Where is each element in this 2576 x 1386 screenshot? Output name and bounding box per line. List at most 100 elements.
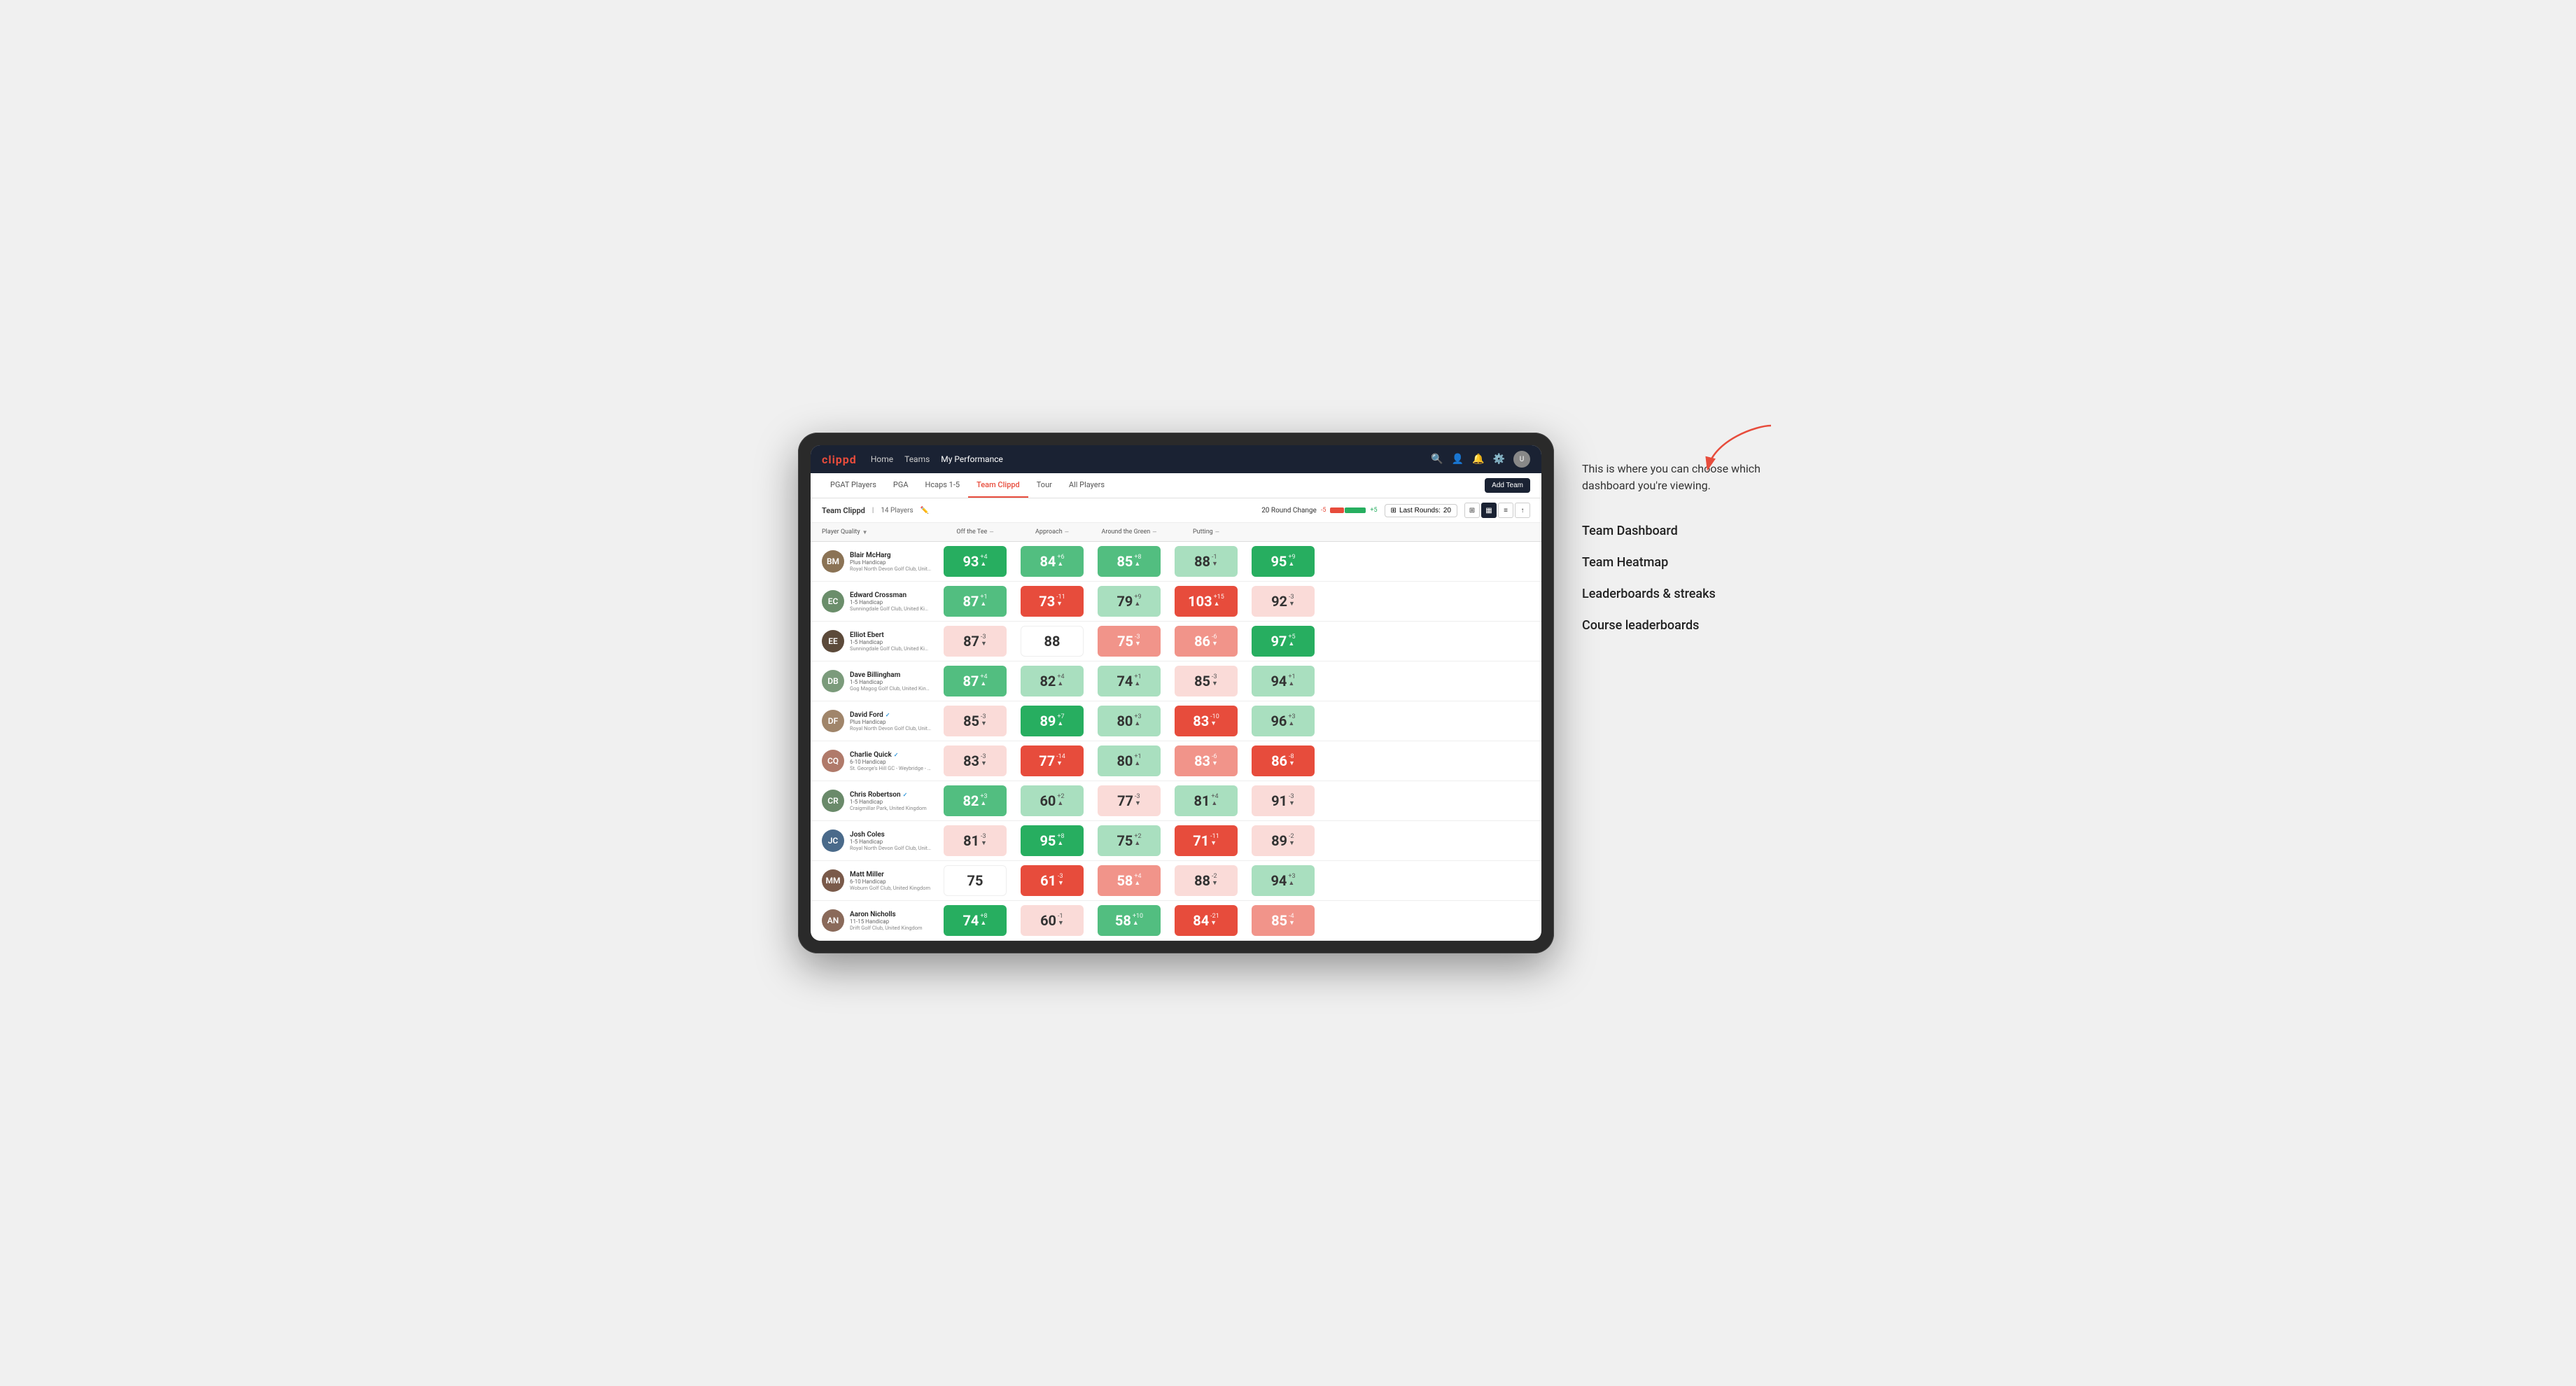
score-cell-putting: 92-3▼ — [1245, 582, 1322, 621]
sort-icon-approach[interactable]: — — [1065, 529, 1069, 536]
score-value: 79 — [1116, 593, 1133, 610]
nav-link-teams[interactable]: Teams — [904, 453, 930, 465]
table-row[interactable]: JCJosh Coles1-5 HandicapRoyal North Devo… — [811, 821, 1541, 861]
table-row[interactable]: DFDavid Ford✓Plus HandicapRoyal North De… — [811, 701, 1541, 741]
score-cell-quality: 83-3▼ — [937, 741, 1014, 780]
score-change: -2▼ — [1212, 874, 1218, 888]
player-name: Dave Billingham — [850, 671, 931, 679]
player-hcap: Plus Handicap — [850, 559, 931, 566]
score-value: 75 — [1117, 633, 1133, 650]
score-box: 85+8▲ — [1098, 546, 1161, 577]
player-cell: DBDave Billingham1-5 HandicapGog Magog G… — [811, 666, 937, 696]
score-value: 77 — [1039, 752, 1055, 769]
score-cell-around_green: 83-6▼ — [1168, 741, 1245, 780]
score-change: +1▲ — [1134, 674, 1141, 688]
score-cell-off_tee: 82+4▲ — [1014, 662, 1091, 701]
score-change: +9▲ — [1288, 554, 1295, 568]
add-team-button[interactable]: Add Team — [1485, 478, 1530, 493]
sort-icon-tee[interactable]: — — [989, 529, 993, 536]
score-cell-around_green: 88-1▼ — [1168, 542, 1245, 581]
score-value: 96 — [1270, 713, 1287, 729]
score-box: 80+1▲ — [1098, 746, 1161, 776]
round-change-section: 20 Round Change -5 +5 — [1261, 507, 1377, 514]
last-rounds-button[interactable]: ⊞ Last Rounds: 20 — [1385, 504, 1457, 517]
score-box: 103+15▲ — [1175, 586, 1238, 617]
score-box: 60+2▲ — [1021, 785, 1084, 816]
score-box: 75-3▼ — [1098, 626, 1161, 657]
sort-icon-putting[interactable]: — — [1215, 529, 1219, 536]
score-cell-approach: 85+8▲ — [1091, 542, 1168, 581]
score-value: 89 — [1040, 713, 1056, 729]
table-row[interactable]: CQCharlie Quick✓6-10 HandicapSt. George'… — [811, 741, 1541, 781]
search-icon[interactable]: 🔍 — [1431, 454, 1443, 465]
tab-tour[interactable]: Tour — [1028, 473, 1060, 498]
tab-pga[interactable]: PGA — [885, 473, 917, 498]
player-info: Chris Robertson✓1-5 HandicapCraigmillar … — [850, 791, 927, 811]
score-cell-around_green: 86-6▼ — [1168, 622, 1245, 661]
avatar: BM — [822, 550, 844, 573]
table-row[interactable]: ANAaron Nicholls11-15 HandicapDrift Golf… — [811, 901, 1541, 941]
score-cell-putting: 86-8▼ — [1245, 741, 1322, 780]
tab-all-players[interactable]: All Players — [1060, 473, 1113, 498]
score-cell-quality: 87-3▼ — [937, 622, 1014, 661]
score-change: +1▲ — [980, 594, 987, 608]
tab-hcaps[interactable]: Hcaps 1-5 — [917, 473, 969, 498]
score-change: +9▲ — [1134, 594, 1141, 608]
table-row[interactable]: CRChris Robertson✓1-5 HandicapCraigmilla… — [811, 781, 1541, 821]
player-cell: JCJosh Coles1-5 HandicapRoyal North Devo… — [811, 825, 937, 856]
score-box: 83-6▼ — [1175, 746, 1238, 776]
score-change: +3▲ — [1288, 714, 1295, 728]
edit-icon[interactable]: ✏️ — [920, 507, 929, 514]
score-cell-putting: 96+3▲ — [1245, 701, 1322, 741]
table-row[interactable]: BMBlair McHargPlus HandicapRoyal North D… — [811, 542, 1541, 582]
avatar: AN — [822, 909, 844, 932]
player-info: Josh Coles1-5 HandicapRoyal North Devon … — [850, 831, 931, 851]
player-hcap: 1-5 Handicap — [850, 639, 931, 645]
table-row[interactable]: MMMatt Miller6-10 HandicapWoburn Golf Cl… — [811, 861, 1541, 901]
score-cell-off_tee: 77-14▼ — [1014, 741, 1091, 780]
score-box: 89+7▲ — [1021, 706, 1084, 736]
tab-pgat[interactable]: PGAT Players — [822, 473, 885, 498]
sort-icon-green[interactable]: — — [1152, 529, 1156, 536]
bell-icon[interactable]: 🔔 — [1472, 454, 1484, 465]
score-value: 82 — [962, 792, 979, 809]
nav-link-home[interactable]: Home — [871, 453, 893, 465]
profile-icon[interactable]: 👤 — [1452, 454, 1464, 465]
dashboard-options: Team DashboardTeam HeatmapLeaderboards &… — [1582, 515, 1778, 641]
bar-green — [1345, 507, 1366, 513]
table-row[interactable]: ECEdward Crossman1-5 HandicapSunningdale… — [811, 582, 1541, 622]
sort-icon[interactable]: ▼ — [862, 529, 868, 536]
score-change: +8▲ — [980, 913, 987, 927]
tab-team-clippd[interactable]: Team Clippd — [968, 473, 1028, 498]
score-cell-quality: 87+4▲ — [937, 662, 1014, 701]
score-value: 83 — [1193, 713, 1209, 729]
view-export-button[interactable]: ↑ — [1515, 503, 1530, 518]
player-club: Sunningdale Golf Club, United Kingdom — [850, 606, 931, 612]
score-change: -3▼ — [981, 834, 987, 848]
view-list-button[interactable]: ≡ — [1498, 503, 1513, 518]
score-cell-off_tee: 60-1▼ — [1014, 901, 1091, 940]
score-box: 95+9▲ — [1252, 546, 1315, 577]
last-rounds-label: Last Rounds: — [1399, 507, 1441, 514]
score-value: 83 — [963, 752, 979, 769]
score-box: 85-3▼ — [944, 706, 1007, 736]
score-cell-around_green: 85-3▼ — [1168, 662, 1245, 701]
view-grid-button[interactable]: ⊞ — [1464, 503, 1480, 518]
score-change: +2▲ — [1057, 794, 1064, 808]
table-row[interactable]: EEElliot Ebert1-5 HandicapSunningdale Go… — [811, 622, 1541, 662]
score-box: 83-10▼ — [1175, 706, 1238, 736]
last-rounds-icon: ⊞ — [1391, 507, 1396, 514]
view-heatmap-button[interactable]: ▦ — [1481, 503, 1497, 518]
user-avatar[interactable]: U — [1513, 451, 1530, 468]
nav-link-performance[interactable]: My Performance — [941, 453, 1003, 465]
score-change: -2▼ — [1289, 834, 1295, 848]
player-hcap: 6-10 Handicap — [850, 878, 930, 885]
score-value: 87 — [962, 673, 979, 690]
settings-icon[interactable]: ⚙️ — [1493, 454, 1505, 465]
score-value: 85 — [1194, 673, 1210, 690]
score-cell-approach: 80+3▲ — [1091, 701, 1168, 741]
score-change: -11▼ — [1056, 594, 1065, 608]
score-value: 94 — [1270, 673, 1287, 690]
table-row[interactable]: DBDave Billingham1-5 HandicapGog Magog G… — [811, 662, 1541, 701]
score-change: +8▲ — [1057, 834, 1064, 848]
